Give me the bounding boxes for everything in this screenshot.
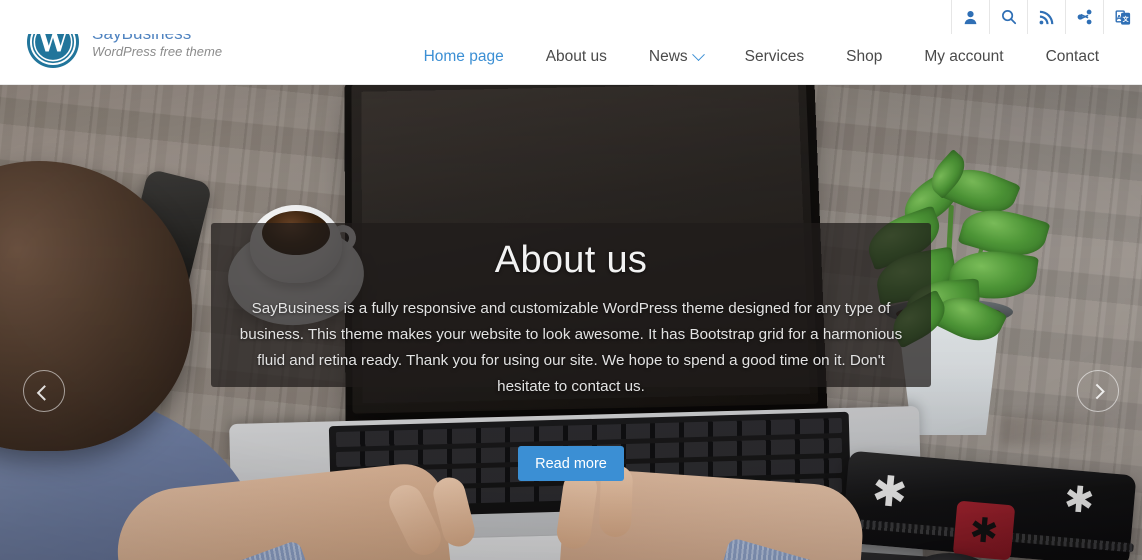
white-star-graphic: ✱ [1062,478,1096,523]
chevron-right-icon [1088,383,1105,399]
nav-item-my-account[interactable]: My account [903,44,1024,70]
nav-label: Home page [423,48,504,65]
nav-label: About us [545,48,607,65]
nav-label: Shop [846,48,883,65]
nav-item-contact[interactable]: Contact [1025,44,1120,70]
nav-label: Services [744,48,805,65]
nav-item-about-us[interactable]: About us [525,44,628,70]
svg-text:文: 文 [1121,15,1129,23]
nav-label: My account [924,48,1004,65]
black-star-graphic: ✱ [968,509,1000,552]
nav-label: News [648,48,688,65]
primary-navigation: Home page About us News Services Shop My… [403,44,1120,70]
hero-description: SayBusiness is a fully responsive and cu… [239,300,903,396]
read-more-button[interactable]: Read more [518,446,624,481]
wood-grain-streak [1000,415,1120,445]
search-icon[interactable] [990,0,1028,34]
nav-label: Contact [1045,48,1099,65]
carousel-next-button[interactable] [1077,370,1119,412]
user-account-icon[interactable] [952,0,990,34]
brand-tagline: WordPress free theme [92,44,223,60]
rss-feed-icon[interactable] [1028,0,1066,34]
language-translate-icon[interactable]: A 文 [1104,0,1142,34]
chevron-left-icon [36,384,52,401]
utility-bar: A 文 [0,0,1142,34]
share-icon[interactable] [1066,0,1104,34]
chevron-down-icon [691,47,705,61]
carousel-prev-button[interactable] [23,370,65,412]
nav-item-shop[interactable]: Shop [825,44,903,70]
hero-carousel: ✱ ✱ ✱ About us SayBusiness is a fully re… [0,85,1142,560]
nav-item-home-page[interactable]: Home page [403,44,525,70]
svg-text:A: A [1116,14,1121,21]
red-logo-patch: ✱ [952,500,1016,560]
page-root: ✱ ✱ ✱ About us SayBusiness is a fully re… [0,0,1142,560]
hero-caption-panel: About us SayBusiness is a fully responsi… [211,223,931,395]
nav-item-news[interactable]: News [628,44,724,70]
nav-item-services[interactable]: Services [724,44,825,70]
white-star-graphic: ✱ [869,465,910,518]
hero-title: About us [494,239,648,281]
utility-icon-group: A 文 [951,0,1142,34]
